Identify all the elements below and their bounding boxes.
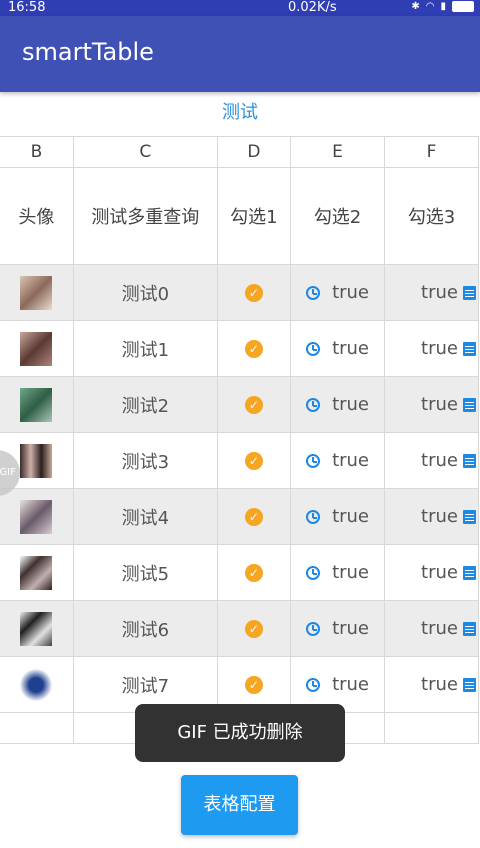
network-speed: 0.02K/s	[288, 0, 337, 15]
app-bar: smartTable	[0, 16, 480, 92]
column-header-query[interactable]: 测试多重查询	[72, 167, 218, 265]
table-row[interactable]: 测试5 ✓ true true	[0, 544, 479, 601]
check2-value: true	[332, 618, 370, 640]
check3-value: true	[421, 562, 458, 584]
check-circle-icon: ✓	[244, 676, 263, 694]
avatar	[20, 611, 53, 646]
row-name: 测试0	[72, 264, 218, 321]
alarm-clock-icon	[306, 285, 321, 300]
check2-value: true	[332, 338, 370, 360]
column-header-avatar[interactable]: 头像	[0, 167, 74, 265]
check-circle-icon: ✓	[244, 340, 263, 358]
check3-value: true	[421, 450, 458, 472]
avatar	[20, 443, 53, 478]
row-name: 测试4	[72, 488, 218, 545]
row-name: 测试2	[72, 376, 218, 433]
check2-value: true	[332, 506, 370, 528]
column-header-check2[interactable]: 勾选2	[290, 167, 386, 265]
table-row[interactable]: 测试1 ✓ true true	[0, 320, 479, 377]
avatar	[20, 555, 53, 590]
toast-message: GIF 已成功删除	[135, 704, 345, 762]
check2-value: true	[332, 450, 370, 472]
table-row[interactable]: 测试0 ✓ true true	[0, 264, 479, 321]
check2-value: true	[332, 674, 370, 696]
check3-value: true	[421, 282, 458, 304]
table-row[interactable]: 测试3 ✓ true true	[0, 432, 479, 489]
check2-value: true	[332, 282, 370, 304]
column-letter[interactable]: E	[290, 136, 386, 168]
alarm-clock-icon	[306, 341, 321, 356]
check-circle-icon: ✓	[244, 396, 263, 414]
check-circle-icon: ✓	[244, 284, 263, 302]
status-icons: ✱ ◠ ▮	[411, 1, 474, 12]
signal-icon: ▮	[440, 1, 446, 12]
avatar	[20, 499, 53, 534]
table-config-button[interactable]: 表格配置	[181, 775, 298, 835]
check3-value: true	[421, 506, 458, 528]
bluetooth-icon: ✱	[411, 1, 420, 12]
check-circle-icon: ✓	[244, 564, 263, 582]
row-name: 测试6	[72, 600, 218, 657]
calendar-icon	[463, 285, 476, 300]
calendar-icon	[463, 509, 476, 524]
column-letter[interactable]: D	[216, 136, 292, 168]
row-name: 测试3	[72, 432, 218, 489]
row-name: 测试5	[72, 544, 218, 601]
table-title[interactable]: 测试	[0, 98, 480, 128]
avatar	[20, 667, 53, 702]
calendar-icon	[463, 677, 476, 692]
avatar	[20, 275, 53, 310]
alarm-clock-icon	[306, 565, 321, 580]
row-name: 测试1	[72, 320, 218, 377]
smart-table[interactable]: B C D E F 头像 测试多重查询 勾选1 勾选2 勾选3 测试0 ✓ tr…	[0, 136, 479, 744]
status-time: 16:58	[8, 0, 46, 15]
alarm-clock-icon	[306, 621, 321, 636]
calendar-icon	[463, 565, 476, 580]
column-letter[interactable]: F	[384, 136, 479, 168]
column-header-check3[interactable]: 勾选3	[384, 167, 479, 265]
alarm-clock-icon	[306, 509, 321, 524]
column-header-check1[interactable]: 勾选1	[216, 167, 292, 265]
check-circle-icon: ✓	[244, 620, 263, 638]
alarm-clock-icon	[306, 453, 321, 468]
calendar-icon	[463, 621, 476, 636]
check-circle-icon: ✓	[244, 452, 263, 470]
alarm-clock-icon	[306, 397, 321, 412]
avatar	[20, 331, 53, 366]
check2-value: true	[332, 394, 370, 416]
check3-value: true	[421, 394, 458, 416]
check3-value: true	[421, 338, 458, 360]
calendar-icon	[463, 453, 476, 468]
calendar-icon	[463, 397, 476, 412]
calendar-icon	[463, 341, 476, 356]
battery-icon	[452, 1, 474, 12]
status-bar: 16:58 0.02K/s ✱ ◠ ▮	[0, 0, 480, 16]
column-letter[interactable]: B	[0, 136, 74, 168]
check3-value: true	[421, 674, 458, 696]
wifi-icon: ◠	[425, 1, 435, 12]
alarm-clock-icon	[306, 677, 321, 692]
table-row[interactable]: 测试2 ✓ true true	[0, 376, 479, 433]
check-circle-icon: ✓	[244, 508, 263, 526]
app-title: smartTable	[22, 38, 154, 66]
table-row[interactable]: 测试4 ✓ true true	[0, 488, 479, 545]
table-row[interactable]: 测试6 ✓ true true	[0, 600, 479, 657]
column-letter[interactable]: C	[72, 136, 218, 168]
column-letter-row: B C D E F	[0, 136, 479, 168]
avatar	[20, 387, 53, 422]
column-header-row: 头像 测试多重查询 勾选1 勾选2 勾选3	[0, 167, 479, 265]
check2-value: true	[332, 562, 370, 584]
check3-value: true	[421, 618, 458, 640]
